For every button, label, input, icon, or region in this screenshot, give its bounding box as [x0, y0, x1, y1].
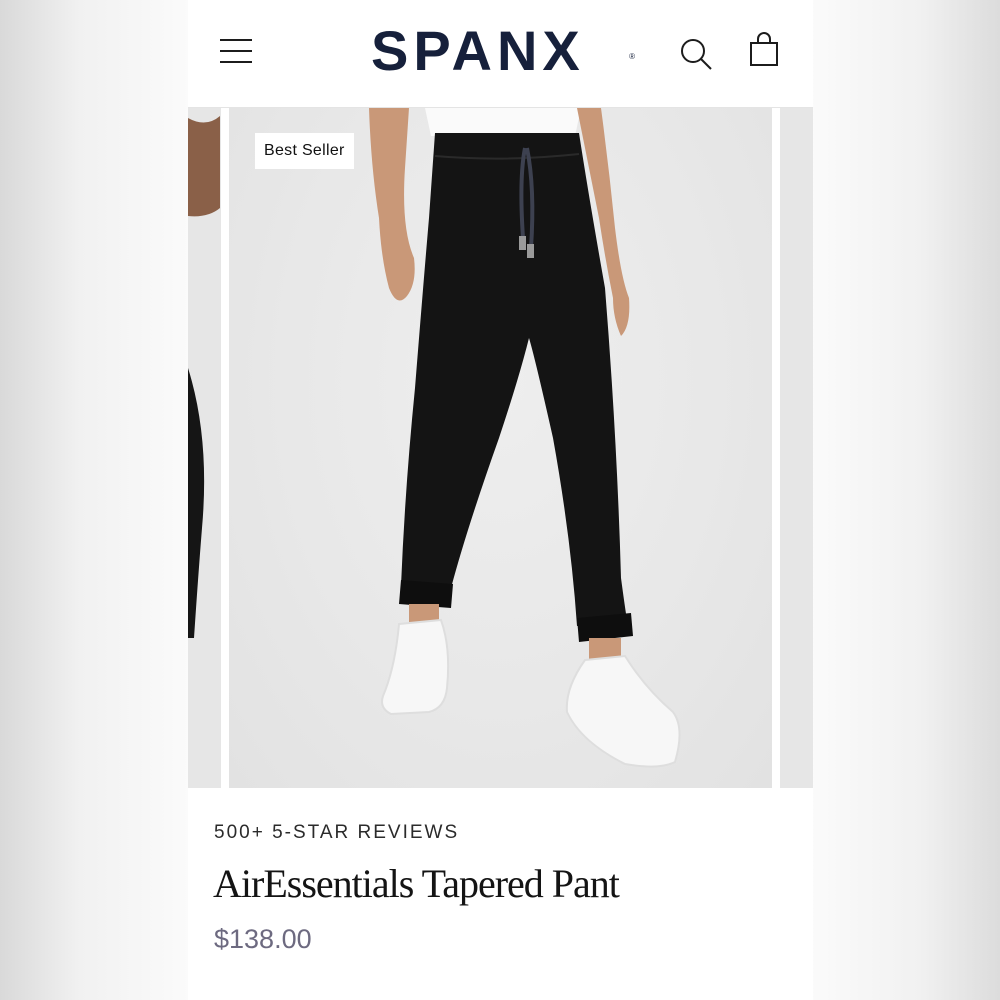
product-info: 500+ 5-STAR REVIEWS AirEssentials Tapere… [188, 788, 813, 1000]
mobile-viewport: SPANX ® Best Seller 500+ 5-STAR REVIEWS … [188, 0, 813, 1000]
registered-mark: ® [629, 52, 635, 61]
site-header: SPANX ® [188, 0, 813, 108]
product-main-image[interactable]: Best Seller [229, 108, 772, 788]
product-photo-pants [369, 108, 681, 768]
product-price: $138.00 [214, 924, 312, 954]
next-slide-preview[interactable] [780, 108, 813, 788]
review-count[interactable]: 500+ 5-STAR REVIEWS [214, 822, 459, 844]
hamburger-menu-icon[interactable] [218, 36, 254, 66]
best-seller-badge: Best Seller [255, 133, 354, 169]
search-icon[interactable] [678, 36, 714, 72]
product-image-carousel[interactable]: Best Seller [188, 108, 813, 788]
previous-slide-preview[interactable] [188, 108, 221, 788]
brand-logo[interactable]: SPANX ® [371, 19, 635, 82]
shopping-bag-icon[interactable] [746, 32, 782, 70]
logo-text: SPANX [371, 19, 585, 82]
product-title[interactable]: AirEssentials Tapered Pant [213, 860, 620, 907]
